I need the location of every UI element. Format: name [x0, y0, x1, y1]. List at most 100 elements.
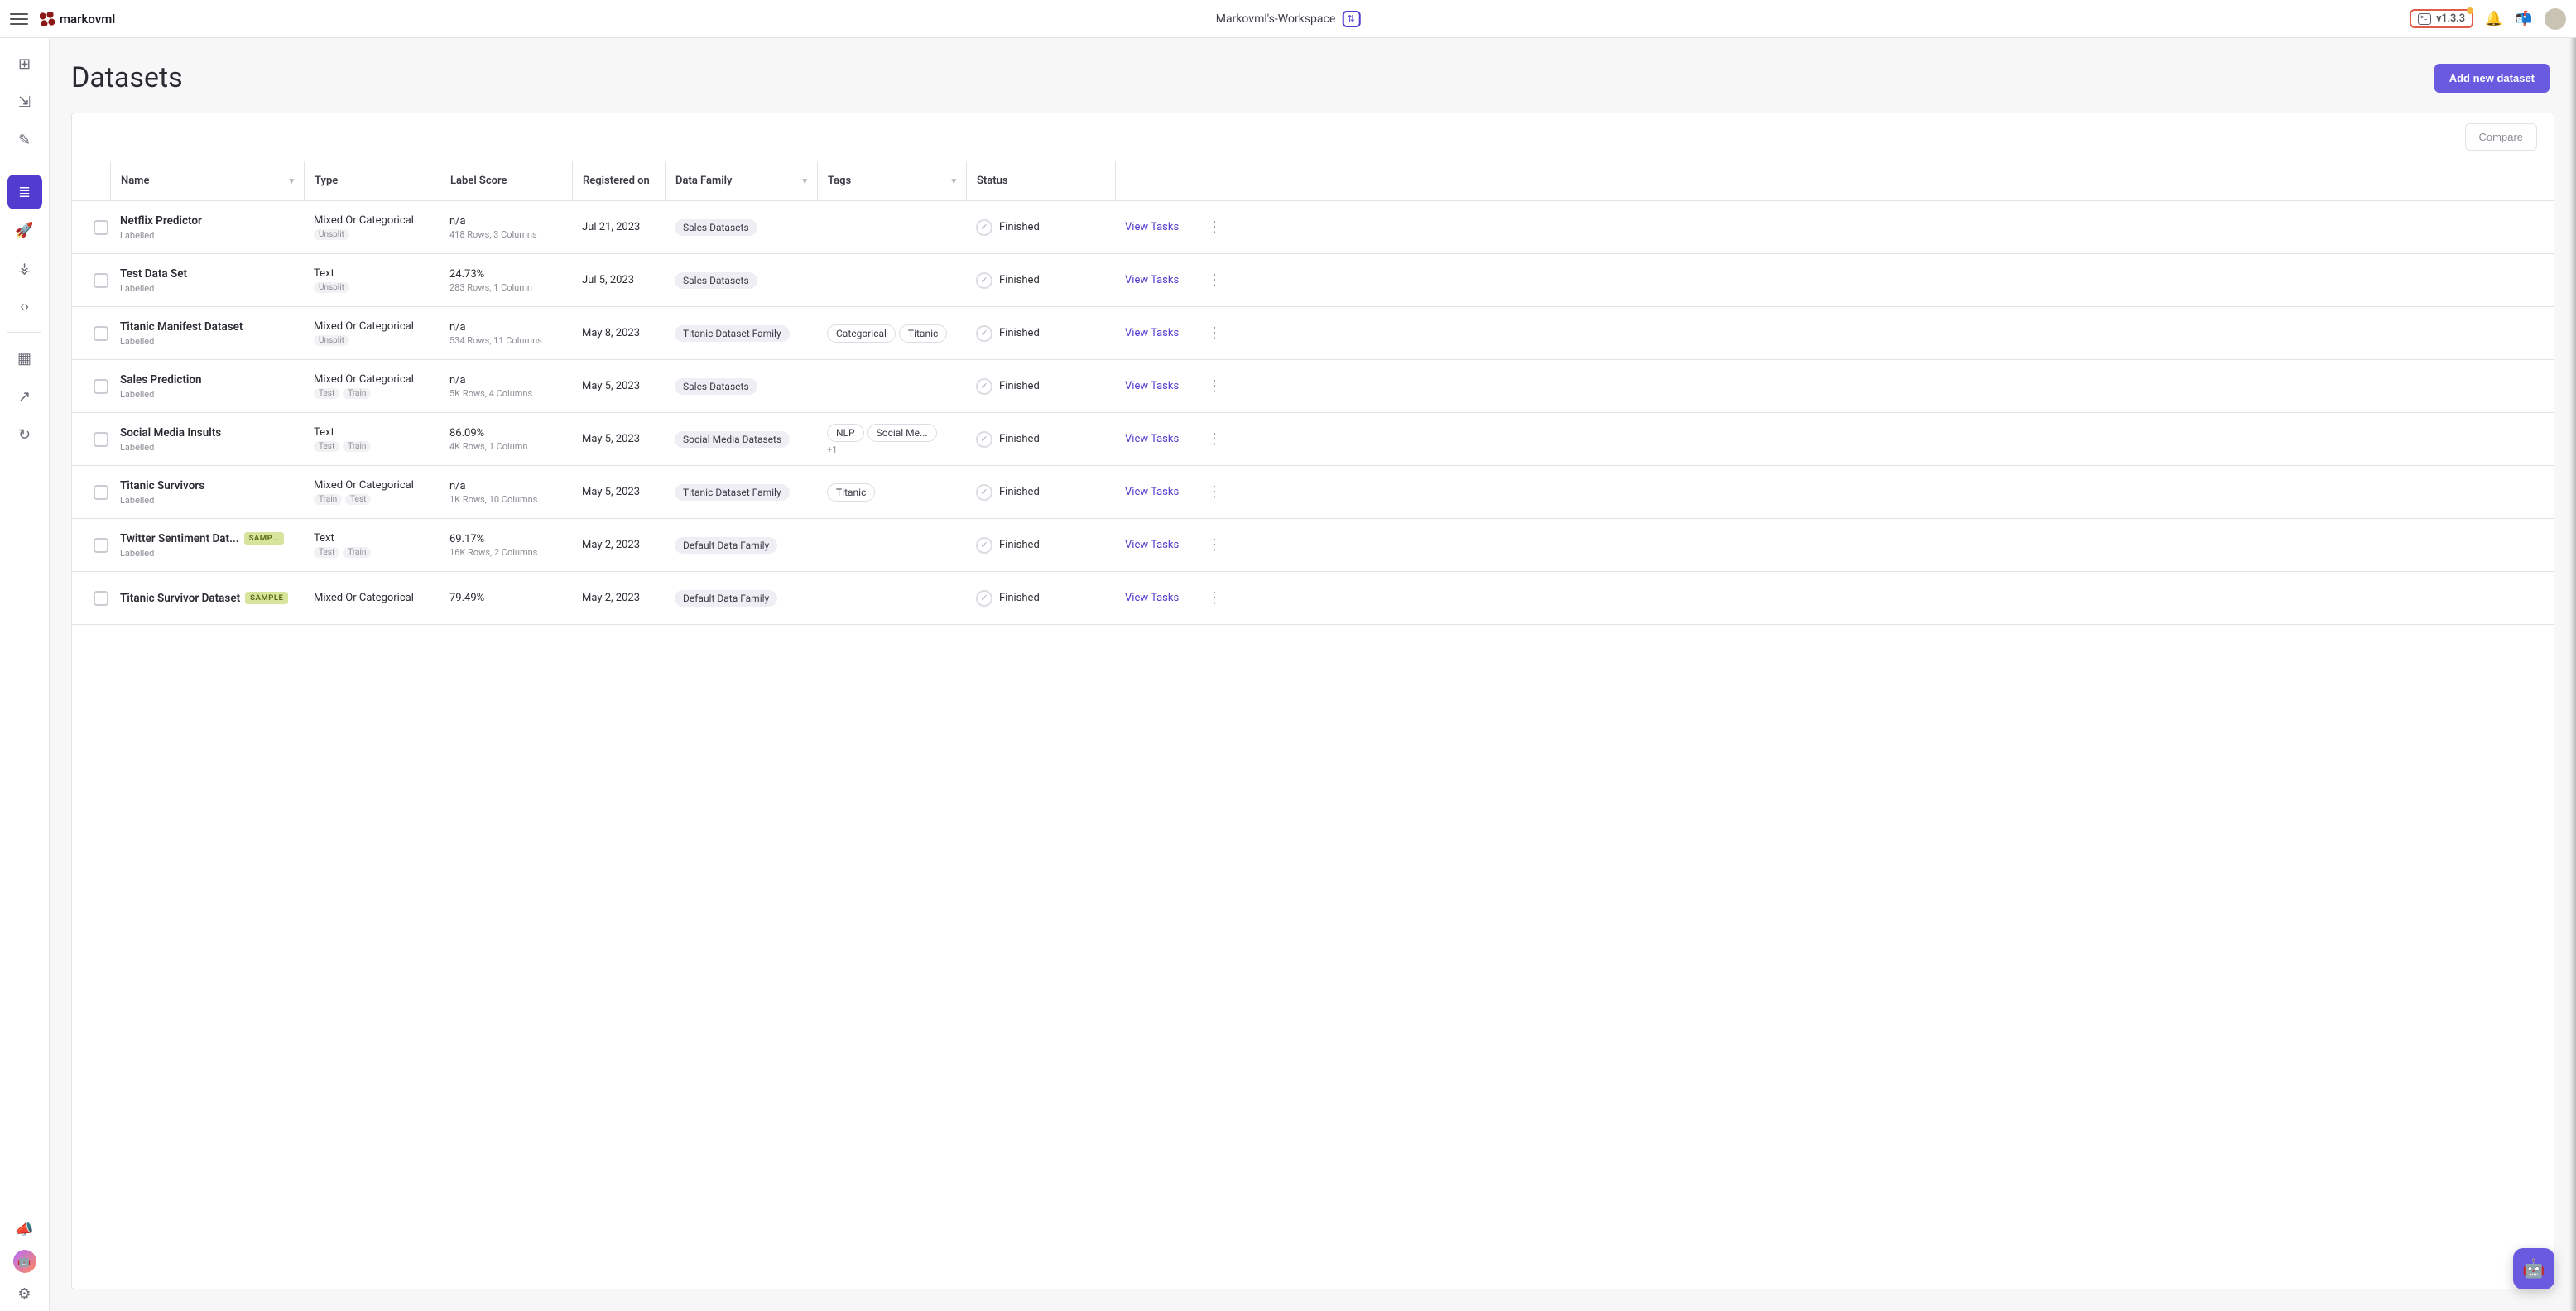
rail-launch-icon[interactable]: 🚀 [7, 213, 42, 247]
dataset-name[interactable]: Twitter Sentiment Dat...SAMP... [120, 532, 294, 545]
data-family-pill[interactable]: Default Data Family [675, 590, 777, 607]
filter-icon[interactable]: ▾ [289, 175, 294, 186]
col-label: Tags [828, 175, 851, 187]
rail-analytics-icon[interactable]: ↗ [7, 379, 42, 414]
row-checkbox[interactable] [94, 379, 108, 394]
row-menu-icon[interactable]: ⋮ [1191, 369, 1238, 403]
view-tasks-link[interactable]: View Tasks [1125, 327, 1179, 339]
avatar[interactable] [2545, 8, 2566, 30]
tag-pill[interactable]: Titanic [827, 483, 875, 502]
label-score-sub: 16K Rows, 2 Columns [449, 547, 562, 558]
rail-datasets-icon[interactable]: ≣ [7, 175, 42, 209]
status-text: Finished [999, 592, 1040, 604]
dataset-type: Mixed Or Categorical [314, 320, 430, 333]
filter-icon[interactable]: ▾ [951, 175, 956, 186]
data-family-pill[interactable]: Titanic Dataset Family [675, 484, 790, 501]
view-tasks-link[interactable]: View Tasks [1125, 486, 1179, 498]
rail-code-icon[interactable]: ‹› [7, 289, 42, 324]
split-pill: Test [345, 494, 371, 505]
rail-announce-icon[interactable]: 📣 [7, 1212, 42, 1246]
rail-graph-icon[interactable]: ⚶ [7, 251, 42, 286]
col-label: Status [977, 175, 1008, 187]
rail-import-icon[interactable]: ⇲ [7, 84, 42, 119]
page-header: Datasets Add new dataset [50, 38, 2576, 113]
add-dataset-button[interactable]: Add new dataset [2434, 64, 2550, 93]
row-menu-icon[interactable]: ⋮ [1191, 316, 1238, 350]
row-menu-icon[interactable]: ⋮ [1191, 528, 1238, 562]
row-menu-icon[interactable]: ⋮ [1191, 263, 1238, 297]
view-tasks-link[interactable]: View Tasks [1125, 221, 1179, 233]
data-family-pill[interactable]: Titanic Dataset Family [675, 325, 790, 342]
tag-pill[interactable]: Social Me... [867, 424, 937, 442]
rail-history-icon[interactable]: ↻ [7, 417, 42, 452]
row-checkbox[interactable] [94, 220, 108, 235]
workspace-selector[interactable]: Markovml's-Workspace ⇅ [1216, 11, 1361, 27]
registered-on: May 5, 2023 [572, 478, 665, 507]
sample-badge: SAMPLE [245, 592, 288, 604]
rail-dashboard-icon[interactable]: ⊞ [7, 46, 42, 81]
registered-on: May 5, 2023 [572, 425, 665, 454]
data-family-pill[interactable]: Social Media Datasets [675, 431, 790, 448]
status-check-icon [976, 590, 992, 607]
row-menu-icon[interactable]: ⋮ [1191, 210, 1238, 244]
data-family-pill[interactable]: Default Data Family [675, 537, 777, 554]
row-checkbox[interactable] [94, 538, 108, 553]
dataset-name[interactable]: Social Media Insults [120, 426, 294, 439]
label-score-sub: 5K Rows, 4 Columns [449, 388, 562, 399]
filter-icon[interactable]: ▾ [802, 175, 807, 186]
dataset-name[interactable]: Titanic Survivor DatasetSAMPLE [120, 592, 294, 605]
col-tags[interactable]: Tags ▾ [817, 161, 966, 200]
tag-more[interactable]: +1 [827, 444, 956, 455]
notifications-icon[interactable]: 🔔 [2485, 10, 2503, 28]
dataset-name[interactable]: Sales Prediction [120, 373, 294, 387]
rail-apps-icon[interactable]: ▦ [7, 341, 42, 376]
row-checkbox[interactable] [94, 432, 108, 447]
menu-toggle[interactable] [10, 13, 28, 25]
compare-button[interactable]: Compare [2465, 123, 2537, 151]
dataset-name[interactable]: Test Data Set [120, 267, 294, 281]
row-checkbox[interactable] [94, 591, 108, 606]
row-checkbox[interactable] [94, 273, 108, 288]
view-tasks-link[interactable]: View Tasks [1125, 592, 1179, 604]
version-text: v1.3.3 [2436, 12, 2465, 25]
dataset-labelled: Labelled [120, 230, 294, 241]
rail-edit-icon[interactable]: ✎ [7, 122, 42, 157]
label-score: n/a [449, 321, 562, 334]
version-button[interactable]: v1.3.3 [2410, 9, 2473, 28]
col-label-score[interactable]: Label Score [440, 161, 572, 200]
col-status[interactable]: Status [966, 161, 1115, 200]
col-name[interactable]: Name▾ [110, 161, 304, 200]
row-menu-icon[interactable]: ⋮ [1191, 581, 1238, 615]
col-label: Registered on [583, 175, 650, 187]
label-score: 86.09% [449, 427, 562, 439]
data-family-pill[interactable]: Sales Datasets [675, 378, 757, 395]
status-text: Finished [999, 380, 1040, 392]
col-type[interactable]: Type [304, 161, 440, 200]
tag-pill[interactable]: NLP [827, 424, 864, 442]
col-data-family[interactable]: Data Family▾ [665, 161, 817, 200]
label-score-sub: 4K Rows, 1 Column [449, 441, 562, 452]
row-menu-icon[interactable]: ⋮ [1191, 475, 1238, 509]
dataset-name[interactable]: Netflix Predictor [120, 214, 294, 228]
tag-pill[interactable]: Titanic [899, 324, 947, 343]
view-tasks-link[interactable]: View Tasks [1125, 274, 1179, 286]
status-text: Finished [999, 433, 1040, 445]
row-checkbox[interactable] [94, 326, 108, 341]
inbox-icon[interactable]: 📬 [2515, 10, 2533, 28]
assistant-fab[interactable]: 🤖 [2513, 1248, 2554, 1289]
data-family-pill[interactable]: Sales Datasets [675, 219, 757, 236]
view-tasks-link[interactable]: View Tasks [1125, 380, 1179, 392]
rail-settings-icon[interactable]: ⚙ [7, 1276, 42, 1311]
col-registered-on[interactable]: Registered on [572, 161, 665, 200]
dataset-labelled: Labelled [120, 336, 294, 347]
view-tasks-link[interactable]: View Tasks [1125, 433, 1179, 445]
dataset-name[interactable]: Titanic Manifest Dataset [120, 320, 294, 334]
row-checkbox[interactable] [94, 485, 108, 500]
support-bot-icon[interactable]: 🤖 [13, 1250, 36, 1273]
dataset-name[interactable]: Titanic Survivors [120, 479, 294, 492]
data-family-pill[interactable]: Sales Datasets [675, 272, 757, 289]
view-tasks-link[interactable]: View Tasks [1125, 539, 1179, 551]
row-menu-icon[interactable]: ⋮ [1191, 422, 1238, 456]
tag-pill[interactable]: Categorical [827, 324, 896, 343]
brand-logo[interactable]: markovml [40, 12, 115, 26]
